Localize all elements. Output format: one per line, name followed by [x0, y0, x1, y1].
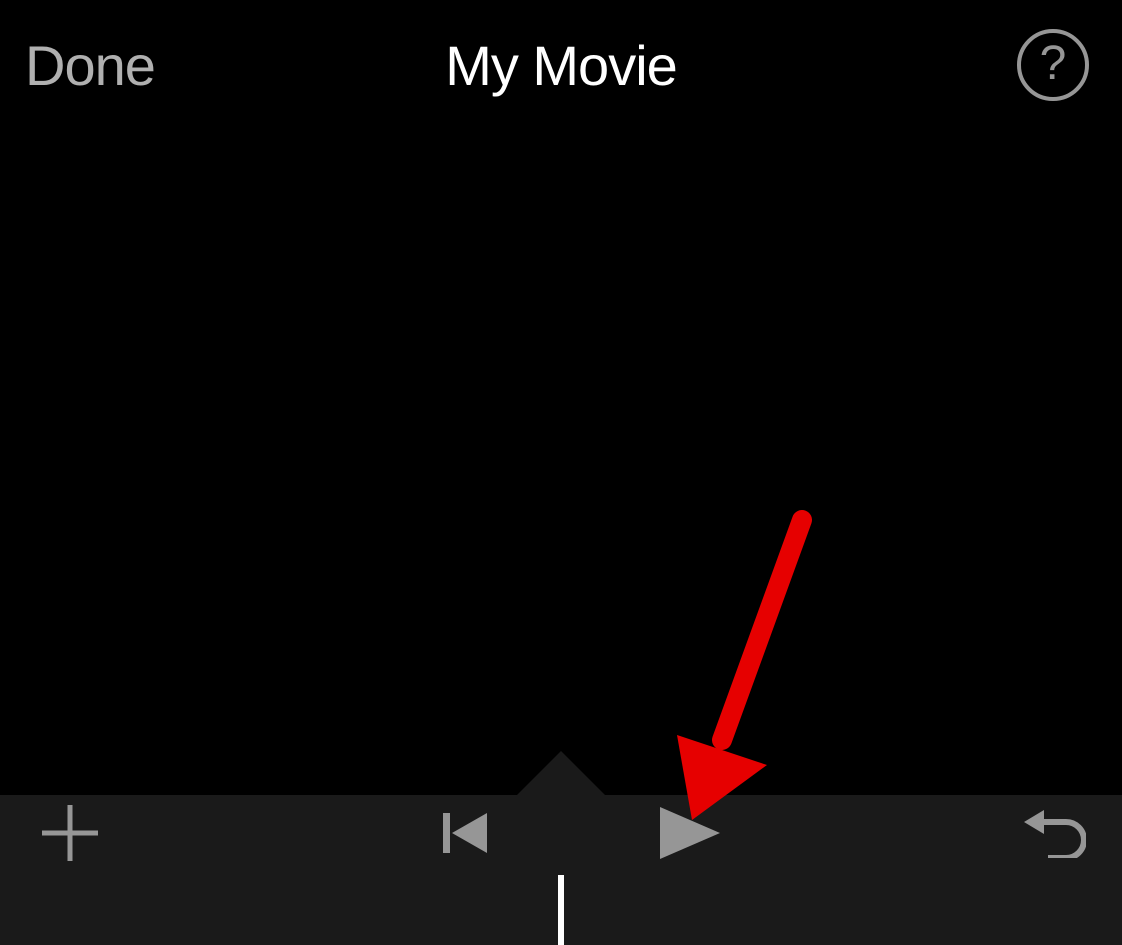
undo-button[interactable] [1024, 808, 1086, 863]
done-button[interactable]: Done [25, 33, 155, 98]
playhead-notch [515, 751, 607, 797]
add-media-button[interactable] [38, 801, 102, 870]
rewind-button[interactable] [443, 813, 489, 858]
undo-icon [1024, 808, 1086, 858]
plus-icon [38, 801, 102, 865]
project-title: My Movie [445, 33, 677, 98]
play-button[interactable] [660, 807, 722, 864]
play-icon [660, 807, 722, 859]
video-preview-area [0, 130, 1122, 795]
help-icon: ? [1040, 40, 1067, 88]
playback-toolbar [0, 795, 1122, 875]
header-bar: Done My Movie ? [0, 0, 1122, 130]
playhead-indicator[interactable] [558, 875, 564, 945]
skip-to-start-icon [443, 813, 489, 853]
help-button[interactable]: ? [1017, 29, 1089, 101]
